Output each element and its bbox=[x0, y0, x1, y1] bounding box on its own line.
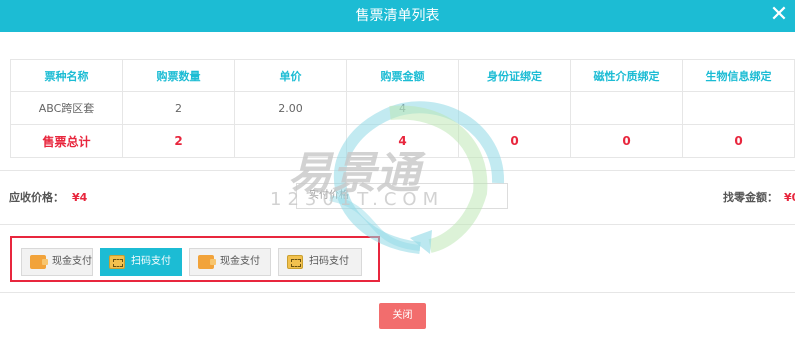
pay-button-label: 现金支付 bbox=[52, 256, 92, 267]
dialog-titlebar: 售票清单列表 ✕ bbox=[0, 0, 795, 32]
divider bbox=[0, 292, 795, 293]
total-cell: 0 bbox=[682, 124, 795, 158]
column-header: 磁性介质绑定 bbox=[570, 59, 683, 92]
cash-pay-button[interactable]: 现金支付 bbox=[189, 248, 271, 276]
close-button[interactable]: 关闭 bbox=[379, 303, 426, 329]
close-icon[interactable]: ✕ bbox=[767, 3, 791, 27]
table-cell bbox=[682, 91, 795, 125]
column-header: 身份证绑定 bbox=[458, 59, 571, 92]
total-label: 售票总计 bbox=[10, 124, 123, 158]
change-label: 找零金额： bbox=[723, 191, 778, 204]
pay-button-label: 扫码支付 bbox=[131, 256, 171, 267]
wallet-icon bbox=[30, 255, 48, 269]
qr-pay-button[interactable]: 扫码支付 bbox=[100, 248, 182, 276]
dialog-title: 售票清单列表 bbox=[355, 8, 440, 24]
receivable-amount: ¥4 bbox=[72, 191, 88, 204]
total-cell: 0 bbox=[570, 124, 683, 158]
table-header-row: 票种名称 购票数量 单价 购票金额 身份证绑定 磁性介质绑定 生物信息绑定 bbox=[10, 59, 795, 92]
receivable-price: 应收价格： ¥4 bbox=[9, 189, 87, 205]
change-value: ¥0 bbox=[784, 191, 795, 204]
watermark-logo: 易景通 12301T.COM bbox=[270, 101, 505, 254]
total-cell: 2 bbox=[122, 124, 235, 158]
table-cell: ABC跨区套 bbox=[10, 91, 123, 125]
pay-button-label: 现金支付 bbox=[220, 256, 260, 267]
column-header: 单价 bbox=[234, 59, 347, 92]
qr-icon bbox=[109, 255, 125, 269]
watermark-subtext: 12301T.COM bbox=[270, 189, 444, 210]
table-cell: 2 bbox=[122, 91, 235, 125]
column-header: 生物信息绑定 bbox=[682, 59, 795, 92]
wallet-icon bbox=[198, 255, 216, 269]
column-header: 购票数量 bbox=[122, 59, 235, 92]
table-cell bbox=[570, 91, 683, 125]
column-header: 购票金额 bbox=[346, 59, 459, 92]
receivable-label: 应收价格： bbox=[9, 191, 64, 204]
change-amount: 找零金额： ¥0 bbox=[723, 189, 795, 205]
cash-pay-button[interactable]: 现金支付 bbox=[21, 248, 93, 276]
column-header: 票种名称 bbox=[10, 59, 123, 92]
